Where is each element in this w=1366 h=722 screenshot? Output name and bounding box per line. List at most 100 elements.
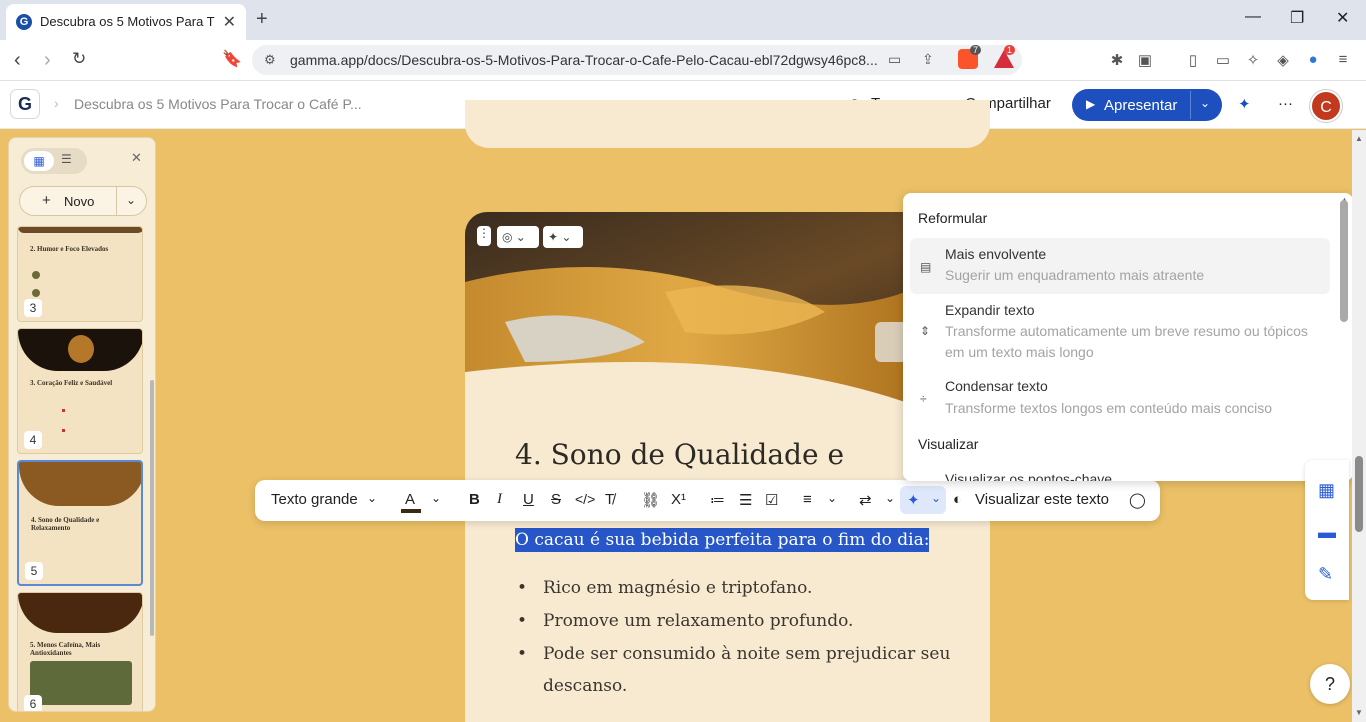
- close-sidebar-icon[interactable]: ✕: [131, 150, 142, 166]
- reload-icon[interactable]: ↻: [72, 49, 86, 69]
- slides-sidebar: ▦ ☰ ✕ + Novo ⌄ 2. Humor e Foco Elevados …: [8, 137, 156, 712]
- convert-chevron-icon[interactable]: ⌄: [885, 491, 895, 505]
- maximize-icon[interactable]: ❐: [1290, 8, 1304, 28]
- wallet-icon[interactable]: ▭: [1214, 51, 1232, 69]
- card-ai-button[interactable]: ✦ ⌄: [543, 226, 583, 248]
- reader-icon[interactable]: ▣: [1136, 51, 1154, 69]
- align-icon[interactable]: ≡: [803, 491, 812, 508]
- cast-icon[interactable]: ▭: [888, 51, 901, 68]
- align-chevron-icon[interactable]: ⌄: [827, 491, 837, 505]
- bullet-item[interactable]: Pode ser consumido à noite sem prejudica…: [515, 638, 955, 702]
- menu-item-condense[interactable]: ÷ Condensar texto Transforme textos long…: [910, 370, 1330, 424]
- text-color-icon[interactable]: A: [405, 491, 415, 508]
- back-icon[interactable]: ‹: [14, 49, 21, 72]
- forward-icon[interactable]: ›: [44, 49, 51, 72]
- slide-heading[interactable]: 4. Sono de Qualidade e: [515, 438, 844, 471]
- sidebar-scrollbar[interactable]: [150, 380, 154, 636]
- ai-sparkle-toolbar-icon[interactable]: ✦: [907, 491, 920, 509]
- condense-icon: ÷: [920, 392, 927, 406]
- thumb-dot: [62, 409, 65, 412]
- menu-scrollbar[interactable]: [1340, 200, 1348, 322]
- page-scroll-thumb[interactable]: [1355, 456, 1363, 532]
- link-icon[interactable]: ⛓: [641, 491, 660, 509]
- clear-format-icon[interactable]: T̸: [605, 491, 614, 508]
- thumb-image: [18, 593, 142, 633]
- numbered-list-icon[interactable]: ≔: [710, 491, 725, 509]
- card-view-icon[interactable]: ▦: [24, 151, 54, 171]
- card-layouts-icon[interactable]: ▦: [1318, 480, 1335, 501]
- underline-icon[interactable]: U: [523, 491, 534, 508]
- doc-title[interactable]: Descubra os 5 Motivos Para Trocar o Café…: [74, 96, 362, 112]
- url-field[interactable]: ⚙ gamma.app/docs/Descubra-os-5-Motivos-P…: [252, 45, 1022, 75]
- text-color-chevron-icon[interactable]: ⌄: [431, 491, 441, 505]
- browser-menu-icon[interactable]: ≡: [1334, 51, 1352, 69]
- menu-item-more-engaging[interactable]: ▤ Mais envolvente Sugerir um enquadramen…: [910, 238, 1330, 294]
- text-style-chevron-icon[interactable]: ⌄: [367, 491, 377, 505]
- card-drag-handle-icon[interactable]: ⋮: [477, 226, 491, 246]
- scroll-down-icon[interactable]: ▼: [1355, 708, 1363, 717]
- list-view-icon[interactable]: ☰: [61, 152, 72, 166]
- menu-item-visualize-keypoints[interactable]: Visualizar os pontos-chave: [910, 463, 1330, 481]
- gamma-logo[interactable]: G: [10, 89, 40, 119]
- present-button[interactable]: ▶ Apresentar ⌄: [1072, 89, 1222, 121]
- code-icon[interactable]: </>: [575, 491, 595, 507]
- site-settings-icon[interactable]: ⚙: [264, 52, 276, 68]
- extensions-icon[interactable]: ✱: [1108, 51, 1126, 69]
- new-tab-icon[interactable]: +: [256, 8, 268, 31]
- ai-sparkle-icon[interactable]: ✦: [1238, 95, 1251, 113]
- checklist-icon[interactable]: ☑: [765, 491, 778, 509]
- present-dropdown-icon[interactable]: ⌄: [1200, 96, 1210, 110]
- thumb-number: 6: [24, 695, 42, 711]
- strikethrough-icon[interactable]: S: [551, 491, 561, 508]
- profile-globe-icon[interactable]: ●: [1304, 51, 1322, 69]
- menu-item-desc: Transforme automaticamente um breve resu…: [945, 323, 1308, 360]
- sidebar-toggle-icon[interactable]: ▯: [1184, 51, 1202, 69]
- card-templates-icon[interactable]: ▬: [1318, 522, 1336, 543]
- slide-thumb-3[interactable]: 2. Humor e Foco Elevados 3: [17, 226, 143, 322]
- menu-item-expand[interactable]: ⇕ Expandir texto Transforme automaticame…: [910, 294, 1330, 368]
- previous-card-bottom: [465, 100, 990, 148]
- slide-thumb-6[interactable]: 5. Menos Cafeína, Mais Antioxidantes 6: [17, 592, 143, 711]
- edit-card-icon[interactable]: ✎: [1318, 564, 1333, 585]
- leo-ai-icon[interactable]: ✧: [1244, 51, 1262, 69]
- slide-thumb-5[interactable]: 4. Sono de Qualidade e Relaxamento 5: [17, 460, 143, 586]
- new-dropdown-icon[interactable]: ⌄: [126, 193, 136, 207]
- help-button[interactable]: ?: [1310, 664, 1350, 704]
- scroll-up-icon[interactable]: ▲: [1355, 134, 1363, 143]
- engaging-icon: ▤: [920, 260, 932, 274]
- ai-rewrite-menu: Reformular ▤ Mais envolvente Sugerir um …: [903, 193, 1353, 481]
- ai-chevron-icon[interactable]: ⌄: [931, 491, 941, 505]
- selected-text[interactable]: O cacau é sua bebida perfeita para o fim…: [515, 528, 930, 552]
- thumb-dot: [62, 429, 65, 432]
- thumb-dot: [32, 289, 40, 297]
- heart-image: [68, 335, 94, 363]
- page-scrollbar[interactable]: ▲ ▼: [1352, 130, 1366, 722]
- gamma-favicon-icon: G: [16, 14, 32, 30]
- new-divider: [116, 187, 117, 215]
- minimize-icon[interactable]: —: [1245, 8, 1261, 26]
- visualize-button[interactable]: Visualizar este texto: [975, 491, 1109, 508]
- bullet-list-icon[interactable]: ☰: [739, 491, 752, 509]
- superscript-icon[interactable]: X¹: [671, 491, 686, 508]
- bookmark-icon[interactable]: 🔖: [222, 49, 242, 69]
- close-window-icon[interactable]: ✕: [1336, 8, 1349, 28]
- italic-icon[interactable]: I: [497, 491, 502, 508]
- present-label: Apresentar: [1104, 97, 1178, 114]
- browser-tab[interactable]: G Descubra os 5 Motivos Para Troc ✕: [6, 4, 246, 40]
- text-style-dropdown[interactable]: Texto grande: [271, 491, 358, 508]
- convert-icon[interactable]: ⇄: [859, 491, 872, 509]
- share-page-icon[interactable]: ⇪: [922, 51, 934, 68]
- vpn-shield-icon[interactable]: ◈: [1274, 51, 1292, 69]
- bold-icon[interactable]: B: [469, 491, 480, 508]
- new-card-button[interactable]: + Novo ⌄: [19, 186, 147, 216]
- plus-icon: +: [42, 192, 51, 209]
- close-tab-icon[interactable]: ✕: [223, 12, 236, 32]
- present-divider: [1190, 91, 1191, 119]
- comment-icon[interactable]: ◯: [1129, 491, 1146, 509]
- card-style-button[interactable]: ◎ ⌄: [497, 226, 539, 248]
- more-options-icon[interactable]: ···: [1278, 95, 1293, 112]
- avatar[interactable]: C: [1310, 90, 1342, 122]
- slide-thumb-4[interactable]: 3. Coração Feliz e Saudável 4: [17, 328, 143, 454]
- bullet-item[interactable]: Promove um relaxamento profundo.: [515, 605, 955, 637]
- bullet-item[interactable]: Rico em magnésio e triptofano.: [515, 572, 955, 604]
